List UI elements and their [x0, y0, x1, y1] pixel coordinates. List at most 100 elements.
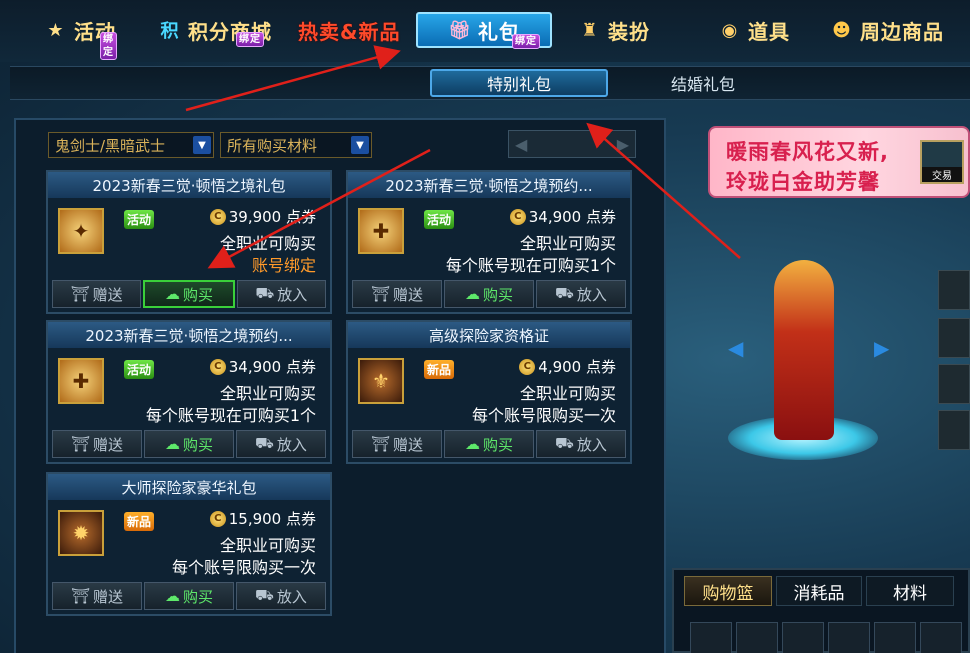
tab-items[interactable]: ◉ 道具 [718, 12, 790, 48]
dropdown-value: 鬼剑士/黑暗武士 [55, 136, 166, 155]
job-restriction: 全职业可购买 [219, 536, 316, 555]
gift-item-icon[interactable]: ✹ [58, 510, 104, 556]
tab-gift-pack[interactable]: 🎁︎ 礼包 绑定 [416, 12, 552, 49]
price: C 34,900 点券 [209, 356, 316, 377]
tab-label: 热卖&新品 [298, 19, 401, 44]
tab-consumables[interactable]: 消耗品 [776, 576, 862, 606]
coupon-coin-icon: C [519, 358, 536, 375]
trophy-icon: ♜ [581, 19, 599, 41]
purchase-limit: 每个账号限购买一次 [171, 558, 316, 577]
tab-activity[interactable]: ★ 活动 绑定 [44, 12, 117, 60]
activity-tag: 活动 [124, 210, 155, 229]
top-nav: ★ 活动 绑定 积 积分商城 绑定 热卖&新品 🎁︎ 礼包 绑定 ♜ 装扮 ◉ … [0, 0, 970, 62]
prev-page-icon[interactable]: ◀ [515, 135, 527, 154]
tab-materials[interactable]: 材料 [866, 576, 954, 606]
cart-slot[interactable] [828, 622, 870, 653]
gift-button[interactable]: ⛩ 赠送 [52, 430, 142, 458]
card-title: 2023新春三觉·顿悟之境预约... [348, 172, 630, 198]
add-to-cart-button[interactable]: ⛟ 放入 [236, 280, 326, 308]
job-restriction: 全职业可购买 [219, 384, 316, 403]
gift-icon: ⛩ [370, 285, 391, 303]
gift-box-icon: 🎁︎ [448, 19, 472, 41]
material-filter-dropdown[interactable]: 所有购买材料 ▼ [220, 132, 372, 158]
job-restriction: 全职业可购买 [519, 234, 616, 253]
job-restriction: 全职业可购买 [219, 234, 316, 253]
card-title: 大师探险家豪华礼包 [48, 474, 330, 500]
buy-icon: ☁ [464, 435, 480, 453]
buy-button[interactable]: ☁ 购买 [444, 430, 534, 458]
cart-slot[interactable] [736, 622, 778, 653]
cart-slot[interactable] [920, 622, 962, 653]
bind-badge: 绑定 [100, 32, 117, 60]
bind-badge: 绑定 [512, 34, 540, 49]
gift-card: 大师探险家豪华礼包 ✹ 新品 C 15,900 点券 全职业可购买 每个账号限购买… [46, 472, 332, 616]
tab-label: 周边商品 [860, 19, 944, 44]
purchase-limit: 每个账号现在可购买1个 [145, 406, 316, 425]
promo-banner[interactable]: 暖雨春风花又新, 玲珑白金助芳馨 交易 [708, 126, 970, 198]
gift-icon: ⛩ [70, 435, 91, 453]
star-medal-icon: ★ [47, 19, 65, 41]
pager: ◀ ▶ [508, 130, 636, 158]
gift-icon: ⛩ [370, 435, 391, 453]
add-to-cart-button[interactable]: ⛟ 放入 [236, 582, 326, 610]
gift-card: 高级探险家资格证 ⚜ 新品 C 4,900 点券 全职业可购买 每个账号限购买一次… [346, 320, 632, 464]
gift-button[interactable]: ⛩ 赠送 [52, 582, 142, 610]
gift-button[interactable]: ⛩ 赠送 [52, 280, 142, 308]
equipment-slot[interactable] [938, 318, 970, 358]
gift-item-icon[interactable]: ✚ [358, 208, 404, 254]
add-to-cart-button[interactable]: ⛟ 放入 [536, 430, 626, 458]
add-to-cart-button[interactable]: ⛟ 放入 [236, 430, 326, 458]
cart-slot[interactable] [874, 622, 916, 653]
rotate-left-icon[interactable]: ◀ [728, 336, 743, 360]
gift-item-icon[interactable]: ✦ [58, 208, 104, 254]
gift-card: 2023新春三觉·顿悟之境礼包 ✦ 活动 C 39,900 点券 全职业可购买 账… [46, 170, 332, 314]
buy-button[interactable]: ☁ 购买 [444, 280, 534, 308]
cart-icon: ⛟ [555, 284, 574, 302]
cart-icon: ⛟ [255, 434, 274, 452]
gift-icon: ⛩ [70, 587, 91, 605]
equipment-slot[interactable] [938, 270, 970, 310]
gift-item-icon[interactable]: ✚ [58, 358, 104, 404]
gift-icon: ⛩ [70, 285, 90, 303]
tab-points-mall[interactable]: 积 积分商城 绑定 [158, 12, 272, 48]
trade-item-icon: 交易 [920, 140, 964, 184]
activity-tag: 活动 [424, 210, 455, 229]
card-title: 2023新春三觉·顿悟之境礼包 [48, 172, 330, 198]
cart-slot[interactable] [782, 622, 824, 653]
equipment-slot[interactable] [938, 364, 970, 404]
price: C 34,900 点券 [509, 206, 616, 227]
gift-button[interactable]: ⛩ 赠送 [352, 430, 442, 458]
mascot-icon: ☻ [832, 19, 852, 41]
tab-hot-new[interactable]: 热卖&新品 [298, 12, 400, 48]
tab-peripheral-goods[interactable]: ☻ 周边商品 [830, 12, 944, 48]
purchase-limit: 每个账号限购买一次 [471, 406, 616, 425]
cart-slots [690, 622, 962, 653]
bind-note: 账号绑定 [251, 256, 316, 275]
equipment-slot[interactable] [938, 410, 970, 450]
card-title: 2023新春三觉·顿悟之境预约... [48, 322, 330, 348]
character-preview [720, 250, 920, 480]
cart-slot[interactable] [690, 622, 732, 653]
buy-button[interactable]: ☁ 购买 [144, 582, 234, 610]
buy-icon: ☁ [464, 285, 480, 303]
activity-tag: 活动 [124, 360, 155, 379]
coupon-coin-icon: C [209, 510, 226, 527]
buy-button[interactable]: ☁ 购买 [144, 430, 234, 458]
tab-cart[interactable]: 购物篮 [684, 576, 772, 606]
buy-icon: ☁ [164, 435, 180, 453]
coupon-coin-icon: C [209, 358, 226, 375]
gift-button[interactable]: ⛩ 赠送 [352, 280, 442, 308]
next-page-icon[interactable]: ▶ [617, 135, 629, 154]
subtab-wedding-gift[interactable]: 结婚礼包 [614, 69, 792, 97]
subtab-special-gift[interactable]: 特别礼包 [430, 69, 608, 97]
tab-dress-up[interactable]: ♜ 装扮 [578, 12, 650, 48]
buy-button[interactable]: ☁ 购买 [143, 280, 235, 308]
add-to-cart-button[interactable]: ⛟ 放入 [536, 280, 626, 308]
job-filter-dropdown[interactable]: 鬼剑士/黑暗武士 ▼ [48, 132, 214, 158]
cart-icon: ⛟ [255, 586, 274, 604]
gift-item-icon[interactable]: ⚜ [358, 358, 404, 404]
rotate-right-icon[interactable]: ▶ [874, 336, 889, 360]
bind-badge: 绑定 [236, 32, 264, 47]
price: C 39,900 点券 [209, 206, 316, 227]
job-restriction: 全职业可购买 [519, 384, 616, 403]
